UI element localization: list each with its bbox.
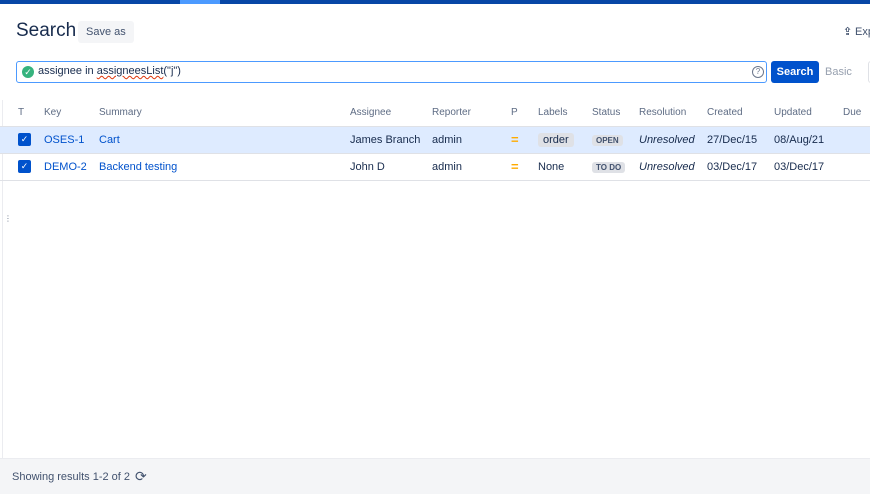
- status-badge: TO DO: [592, 161, 626, 173]
- label-chip[interactable]: order: [538, 132, 574, 147]
- column-header-created[interactable]: Created: [707, 100, 774, 127]
- check-circle-icon: ✓: [22, 66, 34, 78]
- column-header-labels[interactable]: Labels: [538, 100, 592, 127]
- search-button[interactable]: Search: [771, 61, 819, 83]
- column-header-key[interactable]: Key: [44, 100, 99, 127]
- column-header-resolution[interactable]: Resolution: [639, 100, 707, 127]
- table-row[interactable]: ✓ DEMO-2 Backend testing John D admin = …: [0, 153, 870, 181]
- task-type-icon: ✓: [18, 133, 31, 146]
- assignee-cell: John D: [350, 153, 432, 181]
- created-cell: 27/Dec/15: [707, 126, 774, 154]
- question-circle-icon[interactable]: ?: [752, 66, 764, 78]
- issue-key-link[interactable]: OSES-1: [44, 134, 84, 146]
- jql-query-input[interactable]: ✓ assignee in assigneesList("j") ?: [16, 61, 767, 83]
- column-header-priority[interactable]: P: [511, 100, 538, 127]
- column-header-reporter[interactable]: Reporter: [432, 100, 511, 127]
- results-footer: Showing results 1-2 of 2 ⟳: [0, 458, 870, 494]
- table-header-row: T Key Summary Assignee Reporter P Labels…: [0, 100, 870, 127]
- table-row[interactable]: ✓ OSES-1 Cart James Branch admin = order…: [0, 126, 870, 154]
- jql-function: assigneesList: [96, 65, 164, 77]
- resolution-cell: Unresolved: [639, 126, 707, 154]
- labels-cell: None: [538, 153, 592, 181]
- resolution-cell: Unresolved: [639, 153, 707, 181]
- basic-mode-link[interactable]: Basic: [825, 66, 852, 78]
- drag-handle-icon[interactable]: ⋮: [4, 215, 12, 231]
- jql-prefix: assignee in: [38, 65, 97, 77]
- due-cell: [843, 126, 870, 154]
- column-header-updated[interactable]: Updated: [774, 100, 843, 127]
- due-cell: [843, 153, 870, 181]
- jql-query-text[interactable]: assignee in assigneesList("j"): [38, 65, 181, 77]
- issues-table: T Key Summary Assignee Reporter P Labels…: [0, 100, 870, 181]
- column-header-summary[interactable]: Summary: [99, 100, 350, 127]
- issue-summary-link[interactable]: Cart: [99, 134, 120, 146]
- created-cell: 03/Dec/17: [707, 153, 774, 181]
- jql-args: ("j"): [163, 65, 181, 77]
- top-navigation-bar: [0, 0, 870, 4]
- issue-key-link[interactable]: DEMO-2: [44, 161, 87, 173]
- export-icon: ⇪: [843, 26, 853, 38]
- task-type-icon: ✓: [18, 160, 31, 173]
- column-header-status[interactable]: Status: [592, 100, 639, 127]
- updated-cell: 03/Dec/17: [774, 153, 843, 181]
- status-badge: OPEN: [592, 134, 623, 146]
- column-header-assignee[interactable]: Assignee: [350, 100, 432, 127]
- page-title: Search: [16, 20, 77, 41]
- updated-cell: 08/Aug/21: [774, 126, 843, 154]
- assignee-cell: James Branch: [350, 126, 432, 154]
- issue-summary-link[interactable]: Backend testing: [99, 161, 177, 173]
- column-header-due[interactable]: Due: [843, 100, 870, 127]
- priority-medium-icon: =: [511, 132, 519, 147]
- reporter-cell: admin: [432, 126, 511, 154]
- save-as-button[interactable]: Save as: [78, 21, 134, 43]
- priority-medium-icon: =: [511, 159, 519, 174]
- export-label: Exp: [855, 26, 870, 38]
- column-header-type[interactable]: T: [0, 100, 44, 127]
- results-count: Showing results 1-2 of 2: [12, 471, 131, 483]
- reporter-cell: admin: [432, 153, 511, 181]
- refresh-icon[interactable]: ⟳: [135, 468, 147, 485]
- top-navigation-active-indicator: [180, 0, 220, 4]
- export-button[interactable]: ⇪Exp: [843, 25, 870, 38]
